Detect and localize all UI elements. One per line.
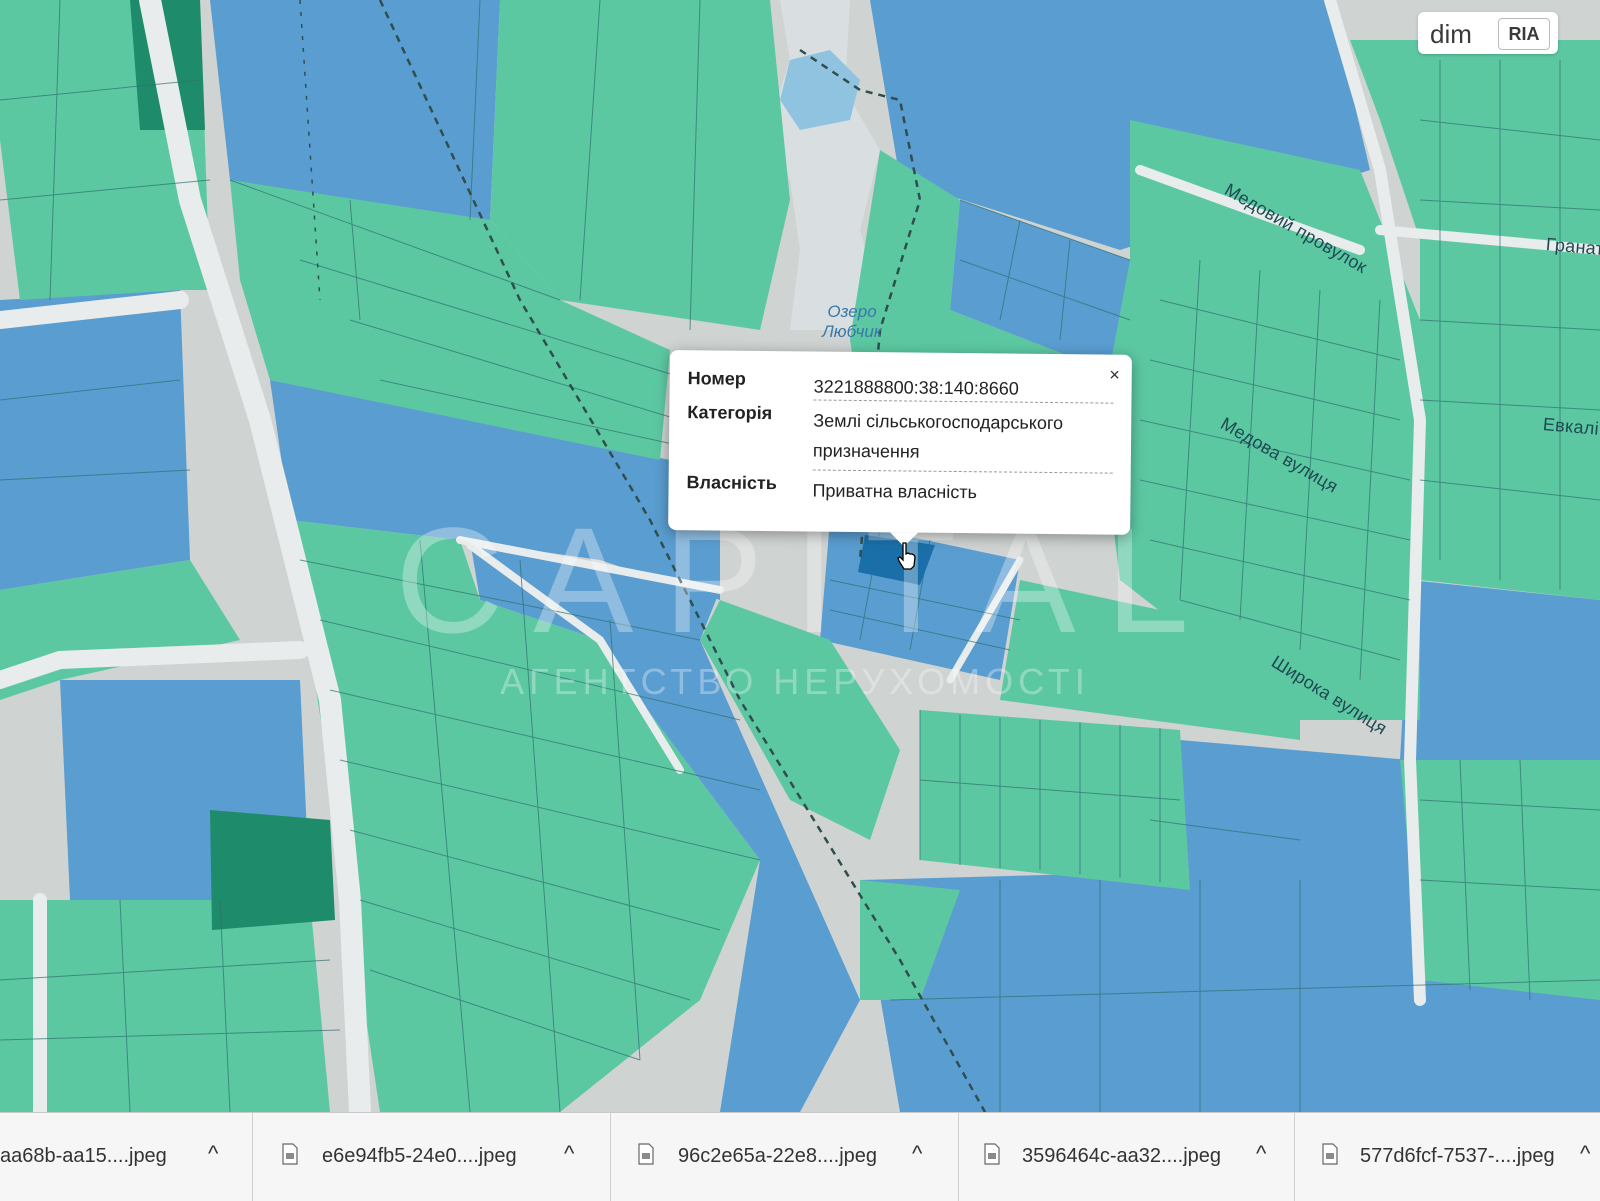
popup-row-ownership: Власність Приватна власність [686,472,1112,510]
chevron-up-icon[interactable]: ^ [1256,1141,1266,1167]
logo-ria-text: RIA [1498,18,1550,50]
jpeg-file-icon [984,1143,1000,1165]
green-parcel[interactable] [1400,760,1600,1000]
category-value: Землі сільськогосподарського призначення [812,410,1064,462]
download-filename: 96c2e65a-22e8....jpeg [678,1145,878,1167]
blue-parcel[interactable] [1400,580,1600,760]
lake-label: Озеро Любчик [822,302,882,341]
download-item[interactable]: e6e94fb5-24e0....jpeg ^ [252,1113,611,1201]
download-filename: aa68b-aa15....jpeg [0,1145,167,1167]
jpeg-file-icon [282,1143,298,1165]
chevron-up-icon[interactable]: ^ [912,1141,922,1167]
download-bar: aa68b-aa15....jpeg ^ e6e94fb5-24e0....jp… [0,1112,1600,1201]
chevron-up-icon[interactable]: ^ [564,1141,574,1167]
popup-row-category: Категорія Землі сільськогосподарського п… [687,402,1114,470]
jpeg-file-icon [638,1143,654,1165]
ownership-value: Приватна власність [812,480,978,503]
ownership-label: Власність [686,472,777,494]
download-item[interactable]: 96c2e65a-22e8....jpeg ^ [610,1113,959,1201]
blue-parcel[interactable] [1180,740,1420,900]
parcel-info-popup: × Номер 3221888800:38:140:8660 Категорія… [668,350,1132,535]
number-label: Номер [687,368,746,389]
chevron-up-icon[interactable]: ^ [1580,1141,1590,1167]
blue-parcel[interactable] [0,290,190,590]
chevron-up-icon[interactable]: ^ [208,1141,218,1167]
jpeg-file-icon [1322,1143,1338,1165]
download-item[interactable]: 3596464c-aa32....jpeg ^ [958,1113,1295,1201]
cadastral-map[interactable]: Медовий провулок Медова вулиця Широка ву… [0,0,1600,1112]
dark-green-parcel[interactable] [210,810,335,930]
download-filename: 3596464c-aa32....jpeg [1022,1145,1222,1167]
dimria-logo: dim RIA [1418,12,1558,54]
category-label: Категорія [687,402,773,424]
map-canvas[interactable] [0,0,1600,1112]
download-filename: 577d6fcf-7537-....jpeg [1360,1145,1555,1167]
download-item[interactable]: aa68b-aa15....jpeg ^ [0,1113,253,1201]
green-parcel[interactable] [0,900,330,1112]
logo-dim-text: dim [1430,19,1472,49]
download-filename: e6e94fb5-24e0....jpeg [322,1145,517,1167]
download-item[interactable]: 577d6fcf-7537-....jpeg ^ [1294,1113,1600,1201]
hand-cursor-icon [897,542,916,570]
